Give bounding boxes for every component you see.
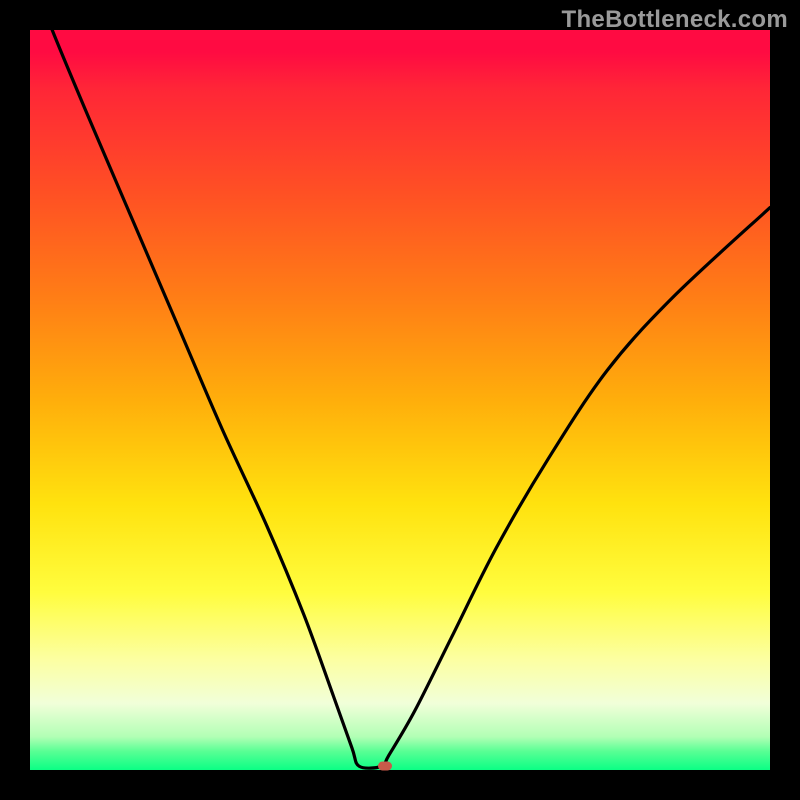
chart-frame: TheBottleneck.com xyxy=(0,0,800,800)
watermark-text: TheBottleneck.com xyxy=(562,6,788,34)
plot-area xyxy=(30,30,770,770)
bottleneck-curve xyxy=(30,30,770,770)
optimum-marker xyxy=(378,762,392,771)
